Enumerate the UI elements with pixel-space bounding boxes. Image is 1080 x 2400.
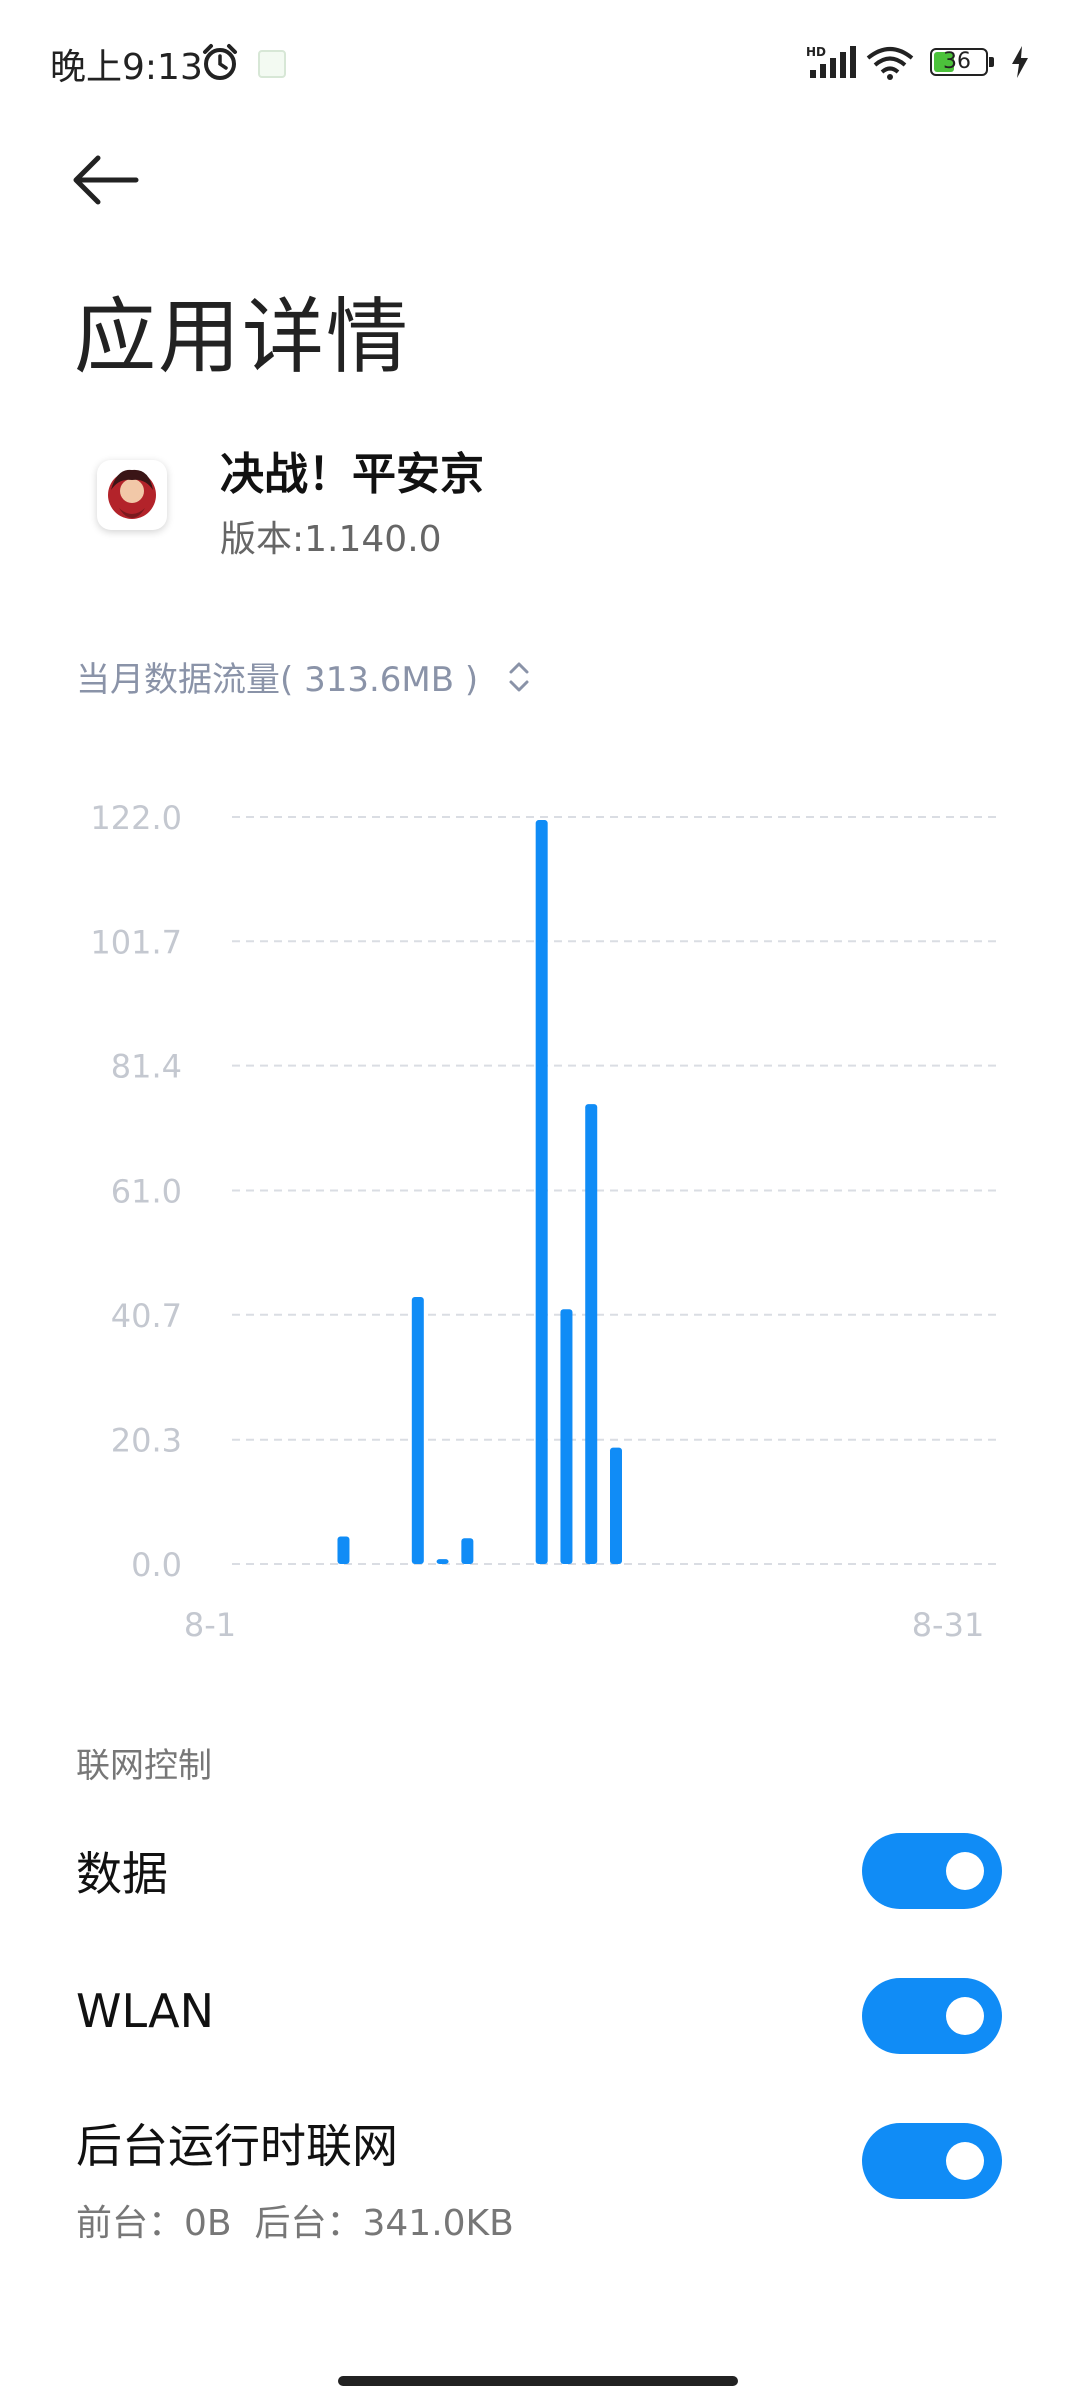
toggle-knob: [946, 2142, 984, 2180]
notification-icon: [258, 50, 286, 78]
bar: [436, 1559, 449, 1564]
bar: [337, 1536, 350, 1564]
y-tick-label: 61.0: [111, 1173, 182, 1211]
page-title: 应用详情: [74, 290, 411, 385]
toggle-knob: [946, 1997, 984, 2035]
section-label-network: 联网控制: [76, 1746, 212, 1786]
y-tick-label: 20.3: [111, 1422, 182, 1460]
y-tick-label: 0.0: [131, 1546, 182, 1584]
data-toggle[interactable]: [862, 1833, 1002, 1909]
unfold-icon: [509, 662, 529, 691]
row-wlan-label: WLAN: [76, 1984, 215, 2038]
bar: [560, 1309, 573, 1564]
status-time: 晚上9:13: [50, 47, 203, 88]
usage-period-selector[interactable]: 当月数据流量( 313.6MB ): [76, 652, 530, 701]
usage-chart: 0.0 20.3 40.7 61.0 81.4 101.7 122.0 8-1 8-31: [90, 799, 1000, 1644]
app-name: 决战！平安京: [220, 449, 484, 500]
x-tick-label: 8-31: [912, 1606, 985, 1644]
charging-icon: [1012, 46, 1028, 78]
bar: [461, 1538, 474, 1564]
y-tick-label: 122.0: [90, 799, 182, 837]
alarm-icon: [203, 44, 237, 80]
x-tick-label: 8-1: [184, 1606, 236, 1644]
usage-label: 当月数据流量( 313.6MB ): [76, 660, 479, 700]
hd-signal-icon: HD: [806, 45, 856, 78]
wifi-icon: [866, 47, 914, 80]
back-button[interactable]: [66, 150, 146, 210]
y-tick-label: 81.4: [111, 1048, 182, 1086]
row-data-label: 数据: [76, 1847, 168, 1901]
bar: [610, 1447, 622, 1564]
bar: [411, 1297, 424, 1564]
row-background-sublabel: 前台：0B 后台：341.0KB: [76, 2203, 514, 2244]
bar: [585, 1104, 598, 1564]
toggle-knob: [946, 1852, 984, 1890]
battery-icon: 36: [930, 48, 996, 76]
row-background-label: 后台运行时联网: [76, 2119, 398, 2173]
y-tick-label: 101.7: [90, 923, 182, 961]
y-tick-label: 40.7: [111, 1297, 182, 1335]
bar: [535, 820, 548, 1564]
battery-level: 36: [943, 49, 971, 74]
app-version: 版本:1.140.0: [220, 519, 442, 560]
svg-text:HD: HD: [806, 45, 826, 59]
app-icon: [97, 460, 167, 530]
home-indicator[interactable]: [338, 2376, 738, 2386]
wlan-toggle[interactable]: [862, 1978, 1002, 2054]
background-network-toggle[interactable]: [862, 2123, 1002, 2199]
